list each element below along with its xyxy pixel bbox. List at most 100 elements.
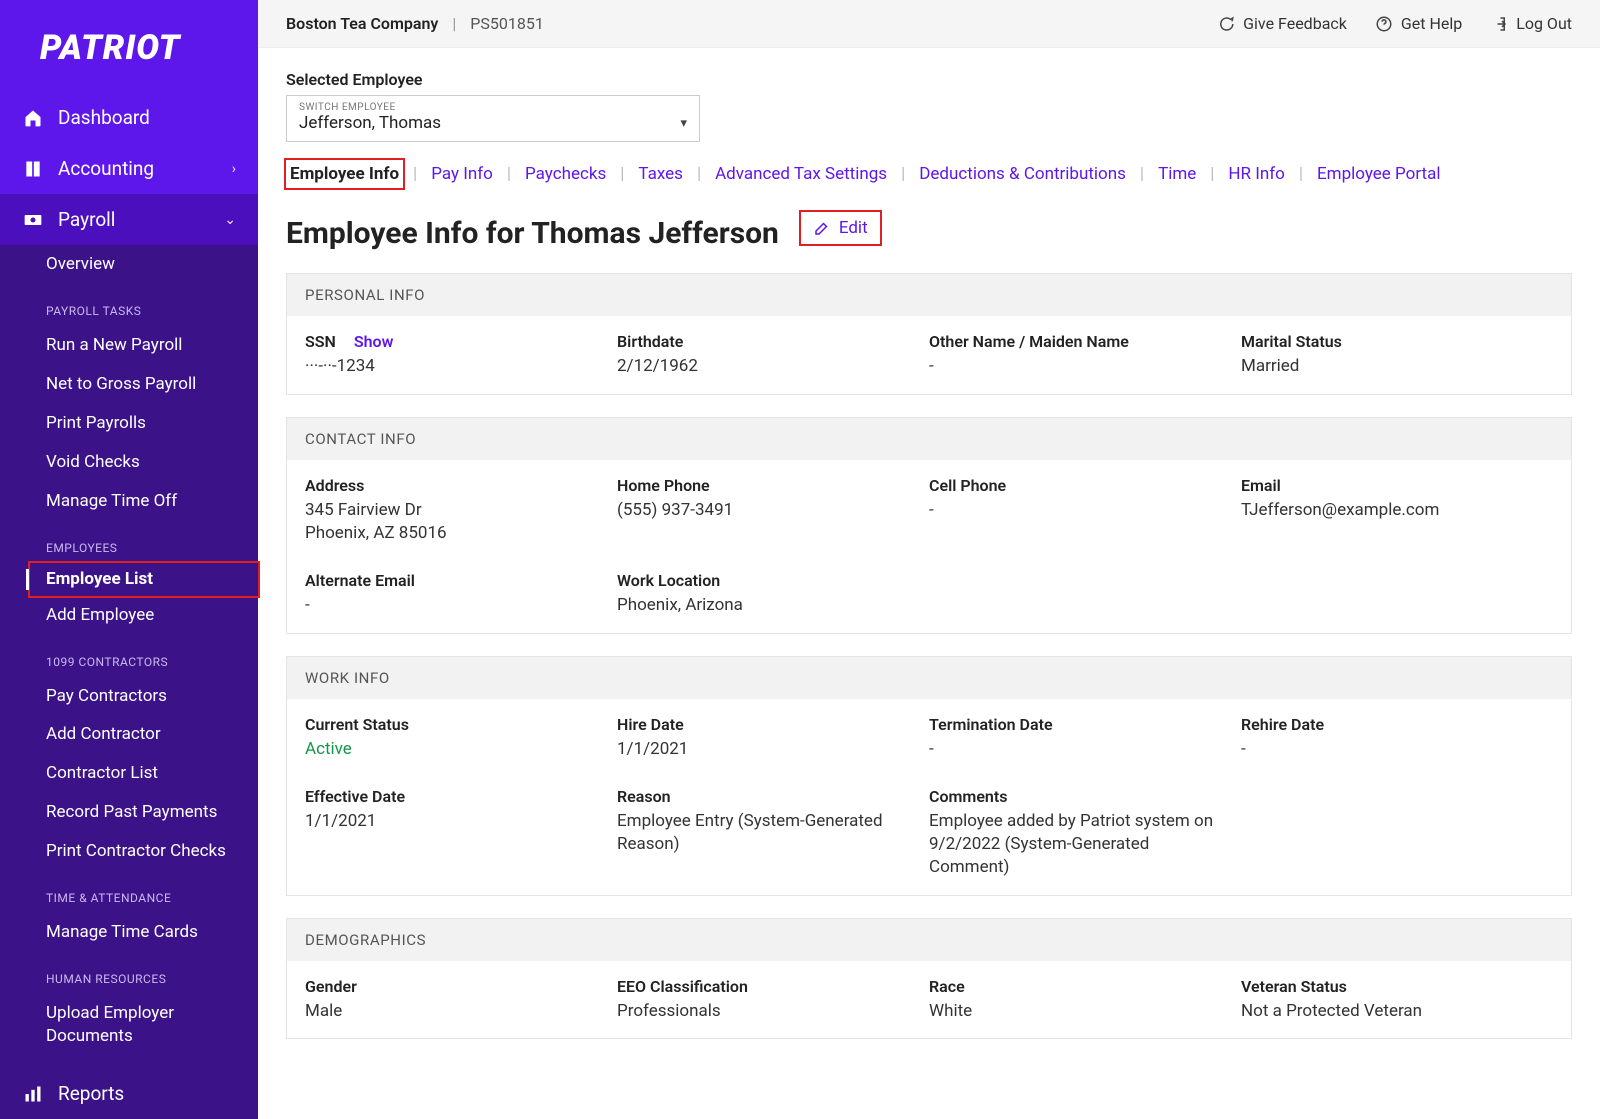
sub-record-past[interactable]: Record Past Payments bbox=[0, 793, 258, 832]
nav-payroll-label: Payroll bbox=[58, 208, 115, 231]
section-demographics: DEMOGRAPHICS Gender Male EEO Classificat… bbox=[286, 918, 1572, 1040]
home-phone-label: Home Phone bbox=[617, 476, 907, 495]
sub-contractor-list[interactable]: Contractor List bbox=[0, 754, 258, 793]
money-icon bbox=[22, 209, 44, 231]
sub-upload-docs[interactable]: Upload Employer Documents bbox=[0, 994, 258, 1056]
sub-employee-list[interactable]: Employee List bbox=[30, 563, 258, 596]
section-work-info: WORK INFO Current Status Active Hire Dat… bbox=[286, 656, 1572, 896]
topbar-right: Give Feedback Get Help Log Out bbox=[1217, 14, 1572, 33]
content: Selected Employee SWITCH EMPLOYEE Jeffer… bbox=[258, 48, 1600, 1067]
rehire-date-label: Rehire Date bbox=[1241, 715, 1531, 734]
section-heading: CONTACT INFO bbox=[287, 418, 1571, 460]
company-name: Boston Tea Company bbox=[286, 14, 438, 33]
help-label: Get Help bbox=[1401, 14, 1462, 33]
cell-phone-label: Cell Phone bbox=[929, 476, 1219, 495]
nav-dashboard[interactable]: Dashboard bbox=[0, 92, 258, 143]
topbar: Boston Tea Company | PS501851 Give Feedb… bbox=[258, 0, 1600, 48]
nav-reports-label: Reports bbox=[58, 1082, 124, 1105]
sub-pay-contractors[interactable]: Pay Contractors bbox=[0, 677, 258, 716]
tab-time[interactable]: Time bbox=[1154, 160, 1200, 188]
work-location-value: Phoenix, Arizona bbox=[617, 594, 907, 617]
birthdate-label: Birthdate bbox=[617, 332, 907, 351]
cell-phone-value: - bbox=[929, 499, 1219, 522]
chart-icon bbox=[22, 1083, 44, 1105]
tab-sep: | bbox=[507, 164, 511, 184]
sub-add-employee[interactable]: Add Employee bbox=[0, 596, 258, 635]
topbar-divider: | bbox=[452, 14, 456, 33]
gender-label: Gender bbox=[305, 977, 595, 996]
work-location-label: Work Location bbox=[617, 571, 907, 590]
home-phone-value: (555) 937-3491 bbox=[617, 499, 907, 522]
logout-label: Log Out bbox=[1516, 14, 1572, 33]
sub-manage-timecards[interactable]: Manage Time Cards bbox=[0, 913, 258, 952]
other-name-label: Other Name / Maiden Name bbox=[929, 332, 1219, 351]
chevron-right-icon: › bbox=[232, 161, 236, 177]
alt-email-value: - bbox=[305, 594, 595, 617]
termination-date-label: Termination Date bbox=[929, 715, 1219, 734]
tabs: Employee Info | Pay Info | Paychecks | T… bbox=[286, 160, 1572, 188]
hire-date-label: Hire Date bbox=[617, 715, 907, 734]
comments-label: Comments bbox=[929, 787, 1531, 806]
logo: PATRIOT bbox=[0, 0, 258, 92]
tab-sep: | bbox=[1210, 164, 1214, 184]
feedback-label: Give Feedback bbox=[1243, 14, 1347, 33]
sub-overview[interactable]: Overview bbox=[0, 245, 258, 284]
nav-reports[interactable]: Reports bbox=[0, 1068, 258, 1119]
edit-icon bbox=[813, 219, 831, 237]
email-value: TJefferson@example.com bbox=[1241, 499, 1531, 522]
status-label: Current Status bbox=[305, 715, 595, 734]
tab-sep: | bbox=[1140, 164, 1144, 184]
tab-sep: | bbox=[620, 164, 624, 184]
switch-employee-hint: SWITCH EMPLOYEE bbox=[299, 102, 687, 113]
help-icon bbox=[1375, 15, 1393, 33]
tab-hr-info[interactable]: HR Info bbox=[1224, 160, 1288, 188]
tab-advanced-tax[interactable]: Advanced Tax Settings bbox=[711, 160, 891, 188]
tab-sep: | bbox=[413, 164, 417, 184]
sub-print-contractor-checks[interactable]: Print Contractor Checks bbox=[0, 832, 258, 871]
employee-select-value: Jefferson, Thomas bbox=[299, 113, 687, 133]
tab-employee-portal[interactable]: Employee Portal bbox=[1313, 160, 1444, 188]
sub-void-checks[interactable]: Void Checks bbox=[0, 443, 258, 482]
marital-status-label: Marital Status bbox=[1241, 332, 1531, 351]
tab-taxes[interactable]: Taxes bbox=[634, 160, 687, 188]
tab-pay-info[interactable]: Pay Info bbox=[427, 160, 497, 188]
sub-run-payroll[interactable]: Run a New Payroll bbox=[0, 326, 258, 365]
section-heading: PERSONAL INFO bbox=[287, 274, 1571, 316]
ssn-show-link[interactable]: Show bbox=[354, 332, 394, 351]
log-out-button[interactable]: Log Out bbox=[1490, 14, 1572, 33]
birthdate-value: 2/12/1962 bbox=[617, 355, 907, 378]
effective-date-label: Effective Date bbox=[305, 787, 595, 806]
sub-head-employees: EMPLOYEES bbox=[0, 521, 258, 563]
logout-icon bbox=[1490, 15, 1508, 33]
veteran-status-value: Not a Protected Veteran bbox=[1241, 1000, 1531, 1023]
tab-employee-info[interactable]: Employee Info bbox=[286, 160, 403, 188]
nav-accounting[interactable]: Accounting › bbox=[0, 143, 258, 194]
alt-email-label: Alternate Email bbox=[305, 571, 595, 590]
tab-sep: | bbox=[697, 164, 701, 184]
tab-deductions[interactable]: Deductions & Contributions bbox=[915, 160, 1130, 188]
sub-net-gross[interactable]: Net to Gross Payroll bbox=[0, 365, 258, 404]
sub-manage-timeoff[interactable]: Manage Time Off bbox=[0, 482, 258, 521]
sub-head-tasks: PAYROLL TASKS bbox=[0, 284, 258, 326]
sub-head-hr: HUMAN RESOURCES bbox=[0, 952, 258, 994]
status-value: Active bbox=[305, 738, 595, 761]
section-heading: DEMOGRAPHICS bbox=[287, 919, 1571, 961]
tab-sep: | bbox=[1299, 164, 1303, 184]
reason-value: Employee Entry (System-Generated Reason) bbox=[617, 810, 907, 856]
page-title: Employee Info for Thomas Jefferson bbox=[286, 216, 779, 251]
book-icon bbox=[22, 158, 44, 180]
give-feedback-button[interactable]: Give Feedback bbox=[1217, 14, 1347, 33]
tab-paychecks[interactable]: Paychecks bbox=[521, 160, 610, 188]
veteran-status-label: Veteran Status bbox=[1241, 977, 1531, 996]
chevron-down-icon: ⌄ bbox=[224, 212, 236, 228]
eeo-label: EEO Classification bbox=[617, 977, 907, 996]
sub-add-contractor[interactable]: Add Contractor bbox=[0, 715, 258, 754]
rehire-date-value: - bbox=[1241, 738, 1531, 761]
sub-print-payrolls[interactable]: Print Payrolls bbox=[0, 404, 258, 443]
employee-select[interactable]: SWITCH EMPLOYEE Jefferson, Thomas bbox=[286, 95, 700, 142]
get-help-button[interactable]: Get Help bbox=[1375, 14, 1462, 33]
ssn-label: SSN bbox=[305, 332, 336, 351]
nav-payroll[interactable]: Payroll ⌄ bbox=[0, 194, 258, 245]
edit-button[interactable]: Edit bbox=[801, 212, 880, 244]
nav-dashboard-label: Dashboard bbox=[58, 106, 150, 129]
